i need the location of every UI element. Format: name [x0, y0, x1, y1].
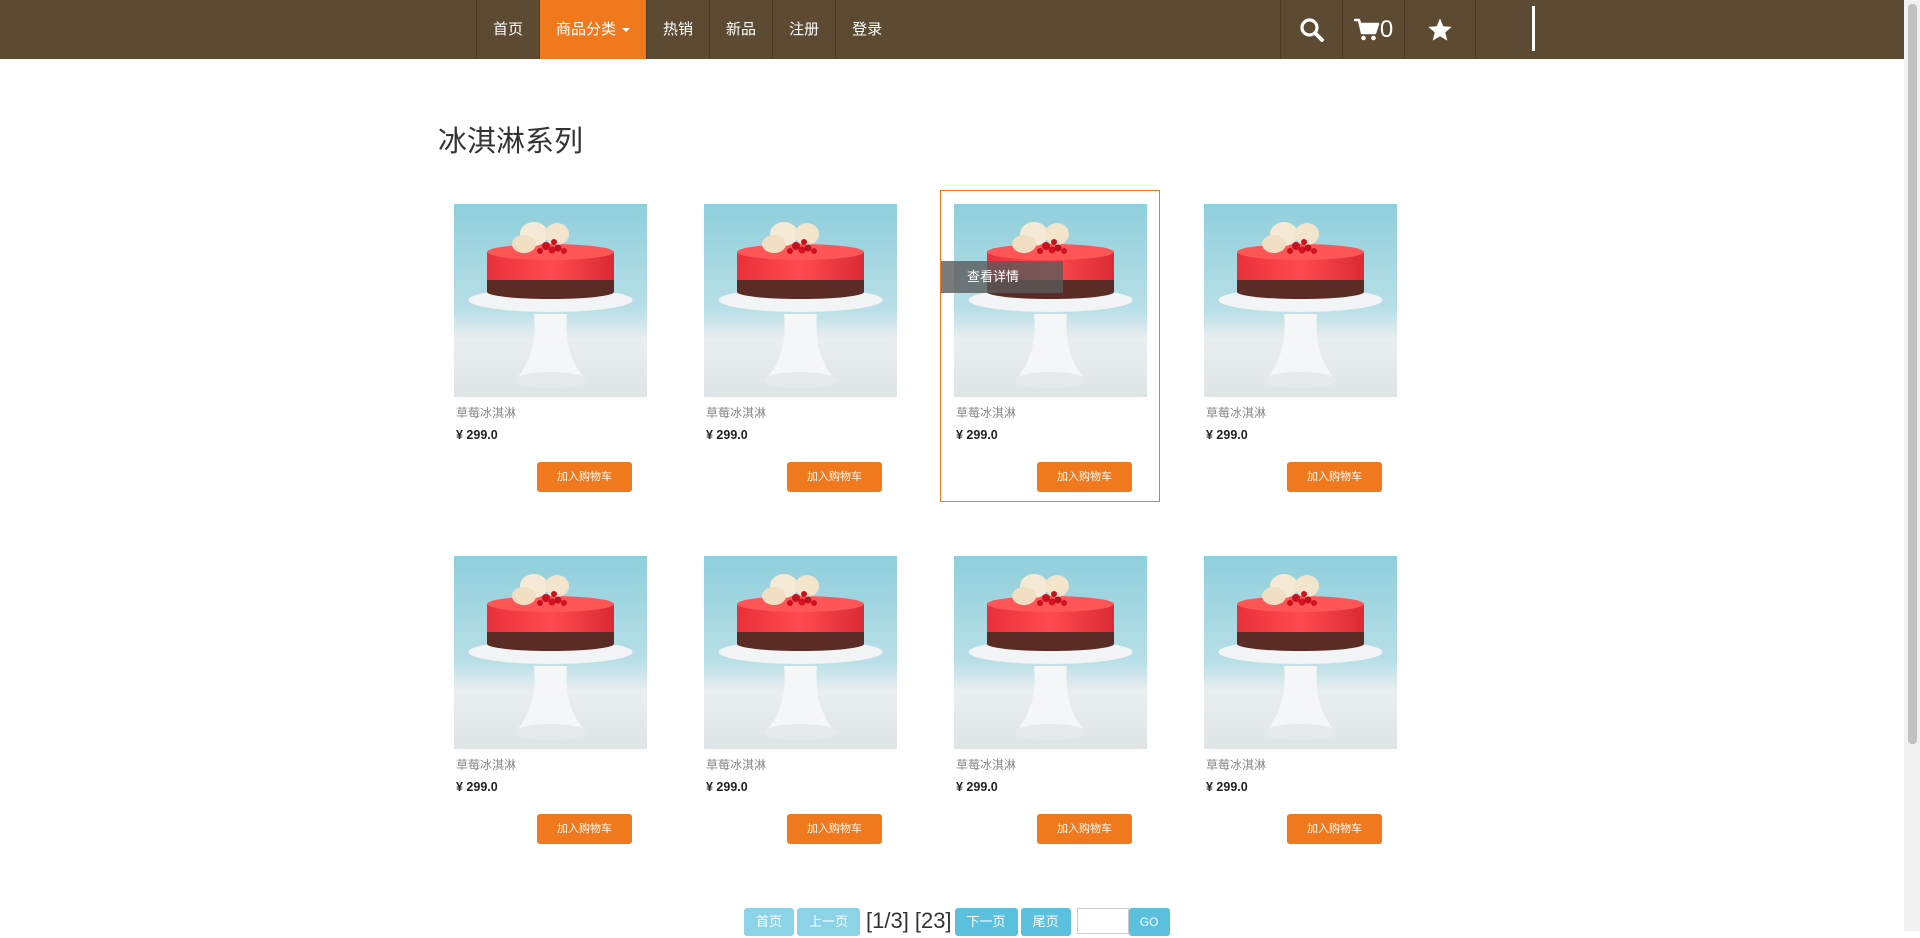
- product-name: 草莓冰淇淋: [956, 406, 1017, 420]
- scrollbar-thumb[interactable]: [1908, 4, 1917, 744]
- product-name: 草莓冰淇淋: [1206, 758, 1267, 772]
- nav-hot[interactable]: 热销: [646, 0, 709, 59]
- page-number-input[interactable]: [1076, 908, 1129, 934]
- product-card[interactable]: 草莓冰淇淋 ¥ 299.0 加入购物车: [440, 190, 660, 502]
- product-name: 草莓冰淇淋: [706, 758, 767, 772]
- pagination: 首页 上一页 [1/3] [23] 下一页 尾页 GO: [744, 908, 1170, 938]
- product-price: ¥ 299.0: [456, 428, 498, 442]
- product-image[interactable]: [1204, 556, 1397, 749]
- cart-icon: [1353, 18, 1380, 40]
- nav-categories-label: 商品分类: [556, 21, 617, 38]
- add-to-cart-button[interactable]: 加入购物车: [787, 814, 882, 844]
- add-to-cart-button[interactable]: 加入购物车: [1287, 814, 1382, 844]
- top-navbar: 首页 商品分类 热销 新品 注册 登录 0: [0, 0, 1904, 59]
- product-price: ¥ 299.0: [1206, 780, 1248, 794]
- add-to-cart-button[interactable]: 加入购物车: [1037, 814, 1132, 844]
- nav-home[interactable]: 首页: [476, 0, 539, 59]
- product-card[interactable]: 草莓冰淇淋 ¥ 299.0 加入购物车: [690, 190, 910, 502]
- cart-count: 0: [1379, 15, 1394, 43]
- product-image[interactable]: [454, 204, 647, 397]
- product-price: ¥ 299.0: [456, 780, 498, 794]
- last-page-button[interactable]: 尾页: [1020, 908, 1071, 936]
- product-image[interactable]: [704, 556, 897, 749]
- product-price: ¥ 299.0: [956, 428, 998, 442]
- scrollbar[interactable]: [1904, 0, 1920, 931]
- add-to-cart-button[interactable]: 加入购物车: [787, 462, 882, 492]
- product-name: 草莓冰淇淋: [456, 758, 517, 772]
- product-price: ¥ 299.0: [706, 428, 748, 442]
- next-page-button[interactable]: 下一页: [954, 908, 1018, 936]
- nav-tools: 0: [1280, 0, 1476, 59]
- favorites-button[interactable]: [1404, 0, 1476, 59]
- product-name: 草莓冰淇淋: [456, 406, 517, 420]
- product-name: 草莓冰淇淋: [1206, 406, 1267, 420]
- nav-categories[interactable]: 商品分类: [539, 0, 647, 59]
- product-card[interactable]: 草莓冰淇淋 ¥ 299.0 加入购物车: [940, 542, 1160, 854]
- add-to-cart-button[interactable]: 加入购物车: [537, 814, 632, 844]
- product-card[interactable]: 草莓冰淇淋 ¥ 299.0 加入购物车: [690, 542, 910, 854]
- product-card[interactable]: 草莓冰淇淋 ¥ 299.0 加入购物车: [1190, 542, 1410, 854]
- add-to-cart-button[interactable]: 加入购物车: [1287, 462, 1382, 492]
- view-details-button[interactable]: 查看详情: [941, 261, 1063, 293]
- main-nav: 首页 商品分类 热销 新品 注册 登录: [476, 0, 898, 59]
- nav-login[interactable]: 登录: [835, 0, 898, 59]
- product-image[interactable]: [954, 204, 1147, 397]
- page-title: 冰淇淋系列: [438, 126, 584, 158]
- page-link[interactable]: [23]: [915, 908, 952, 934]
- current-page: [1/3]: [866, 908, 909, 933]
- product-image[interactable]: [1204, 204, 1397, 397]
- prev-page-button[interactable]: 上一页: [797, 908, 861, 936]
- product-price: ¥ 299.0: [706, 780, 748, 794]
- first-page-button[interactable]: 首页: [744, 908, 795, 936]
- search-button[interactable]: [1280, 0, 1342, 59]
- product-image[interactable]: [704, 204, 897, 397]
- product-price: ¥ 299.0: [956, 780, 998, 794]
- add-to-cart-button[interactable]: 加入购物车: [537, 462, 632, 492]
- product-card[interactable]: 草莓冰淇淋 ¥ 299.0 加入购物车: [1190, 190, 1410, 502]
- nav-register[interactable]: 注册: [772, 0, 835, 59]
- star-icon: [1428, 18, 1452, 41]
- nav-new[interactable]: 新品: [709, 0, 772, 59]
- product-price: ¥ 299.0: [1206, 428, 1248, 442]
- cart-button[interactable]: 0: [1342, 0, 1404, 59]
- add-to-cart-button[interactable]: 加入购物车: [1037, 462, 1132, 492]
- product-image[interactable]: [954, 556, 1147, 749]
- go-button[interactable]: GO: [1128, 908, 1170, 936]
- caret-down-icon: [622, 28, 631, 33]
- product-card[interactable]: 草莓冰淇淋 ¥ 299.0 加入购物车: [440, 542, 660, 854]
- product-name: 草莓冰淇淋: [956, 758, 1017, 772]
- nav-divider: [1532, 6, 1535, 51]
- product-image[interactable]: [454, 556, 647, 749]
- product-name: 草莓冰淇淋: [706, 406, 767, 420]
- product-card[interactable]: 查看详情草莓冰淇淋 ¥ 299.0 加入购物车: [940, 190, 1160, 502]
- search-icon: [1299, 17, 1324, 42]
